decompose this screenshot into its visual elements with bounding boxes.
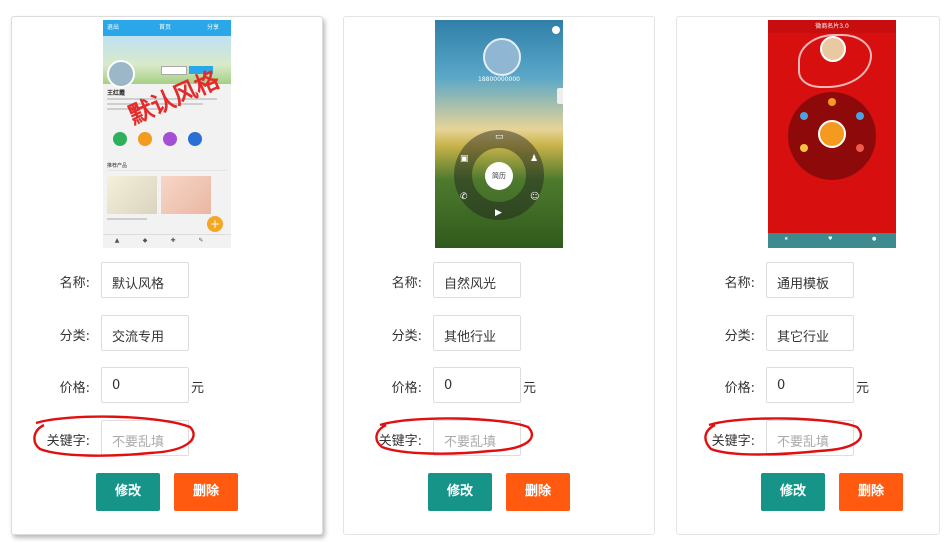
keywords-row: 关键字: 不要乱填 [12, 420, 322, 458]
phone-product-image [161, 176, 211, 214]
home-icon [828, 98, 836, 106]
avatar [107, 60, 135, 88]
avatar [483, 38, 521, 76]
keywords-row: 关键字: 不要乱填 [344, 420, 654, 458]
keywords-label: 关键字: [711, 434, 755, 449]
delete-button[interactable]: 删除 [839, 473, 903, 511]
phone-side-tab [557, 88, 563, 104]
more-icon [856, 144, 864, 152]
price-input[interactable]: 0 [766, 367, 854, 403]
name-row: 名称: 自然风光 [344, 262, 654, 300]
phone-title: 首页 [159, 24, 172, 31]
price-label: 价格: [391, 381, 422, 396]
phone-footer-nav: ★ ♥ ● [768, 233, 896, 248]
phone-menu-center: 简历 [485, 162, 513, 190]
category-input[interactable]: 其他行业 [433, 315, 521, 351]
phone-grid-icon [138, 132, 152, 146]
phone-user-name: 王红霞 [107, 90, 126, 97]
phone-footer-nav: ▲ ◆ ✚ ✎ [103, 234, 231, 248]
phone-share-label: 分享 [207, 24, 220, 31]
phone-divider [107, 170, 227, 171]
template-card-2: 18800000000 简历 ▭ ▣ ♟ ✆ ☺ ▶ 名称: 自然风光 分类: … [343, 16, 655, 535]
template-card-1: 退出 首页 分享 王红霞 默认风格 推荐产品 + ▲ ◆ ✚ ✎ 名称: 默认风… [11, 16, 323, 535]
phone-call-button [818, 120, 846, 148]
price-unit: 元 [856, 381, 870, 396]
phone-text-line [107, 218, 147, 220]
category-input[interactable]: 其它行业 [766, 315, 854, 351]
video-icon: ▶ [495, 208, 502, 218]
name-input[interactable]: 默认风格 [101, 262, 189, 298]
location-icon [800, 144, 808, 152]
name-label: 名称: [59, 276, 90, 291]
phone-number-text: 18800000000 [478, 76, 520, 83]
keywords-row: 关键字: 不要乱填 [677, 420, 939, 458]
phone-share-icon [552, 26, 560, 34]
delete-button[interactable]: 删除 [174, 473, 238, 511]
phone-nav-icon: ▲ [114, 237, 120, 244]
keywords-input[interactable]: 不要乱填 [433, 420, 521, 456]
category-label: 分类: [59, 329, 90, 344]
keywords-label: 关键字: [46, 434, 90, 449]
phone-section-title: 推荐产品 [107, 163, 128, 169]
chat-icon: ● [872, 236, 877, 242]
calligraphy-decoration [798, 34, 872, 88]
phone-title: 微商名片3.0 [768, 20, 896, 33]
price-input[interactable]: 0 [101, 367, 189, 403]
name-input[interactable]: 自然风光 [433, 262, 521, 298]
edit-button[interactable]: 修改 [428, 473, 492, 511]
share-icon [856, 112, 864, 120]
phone-icon: ✆ [460, 192, 468, 202]
phone-grid-icon [163, 132, 177, 146]
name-row: 名称: 通用模板 [677, 262, 939, 300]
edit-button[interactable]: 修改 [96, 473, 160, 511]
phone-product-image [107, 176, 157, 214]
name-input[interactable]: 通用模板 [766, 262, 854, 298]
category-label: 分类: [724, 329, 755, 344]
template-preview-nature[interactable]: 18800000000 简历 ▭ ▣ ♟ ✆ ☺ ▶ [435, 20, 563, 248]
price-label: 价格: [724, 381, 755, 396]
name-label: 名称: [391, 276, 422, 291]
phone-nav-icon: ✎ [198, 237, 204, 244]
price-unit: 元 [523, 381, 537, 396]
image-icon: ▣ [460, 154, 469, 164]
phone-grid-icon [113, 132, 127, 146]
heart-icon: ♥ [828, 236, 833, 242]
template-preview-default[interactable]: 退出 首页 分享 王红霞 默认风格 推荐产品 + ▲ ◆ ✚ ✎ [103, 20, 231, 248]
person-icon: ♟ [530, 154, 539, 164]
phone-nav-icon: ✚ [170, 237, 176, 244]
template-card-3: 微商名片3.0 ★ ♥ ● 名称: 通用模板 分类: 其它行业 价格: 0 元 … [676, 16, 940, 535]
price-unit: 元 [191, 381, 205, 396]
people-icon: ☺ [530, 192, 540, 202]
price-row: 价格: 0 元 [344, 367, 654, 405]
phone-header-bar: 退出 首页 分享 [103, 20, 231, 36]
phone-nav-icon: ◆ [142, 237, 148, 244]
keywords-input[interactable]: 不要乱填 [766, 420, 854, 456]
edit-button[interactable]: 修改 [761, 473, 825, 511]
name-row: 名称: 默认风格 [12, 262, 322, 300]
phone-back-label: 退出 [107, 24, 120, 31]
phone-grid-icon [188, 132, 202, 146]
id-card-icon [800, 112, 808, 120]
price-label: 价格: [59, 381, 90, 396]
price-input[interactable]: 0 [433, 367, 521, 403]
category-label: 分类: [391, 329, 422, 344]
category-row: 分类: 其他行业 [344, 315, 654, 353]
keywords-input[interactable]: 不要乱填 [101, 420, 189, 456]
price-row: 价格: 0 元 [12, 367, 322, 405]
monitor-icon: ▭ [495, 132, 504, 142]
star-icon: ★ [784, 236, 789, 242]
plus-icon: + [207, 216, 223, 232]
category-row: 分类: 其它行业 [677, 315, 939, 353]
keywords-label: 关键字: [378, 434, 422, 449]
template-preview-general[interactable]: 微商名片3.0 ★ ♥ ● [768, 20, 896, 248]
name-label: 名称: [724, 276, 755, 291]
category-row: 分类: 交流专用 [12, 315, 322, 353]
category-input[interactable]: 交流专用 [101, 315, 189, 351]
price-row: 价格: 0 元 [677, 367, 939, 405]
delete-button[interactable]: 删除 [506, 473, 570, 511]
